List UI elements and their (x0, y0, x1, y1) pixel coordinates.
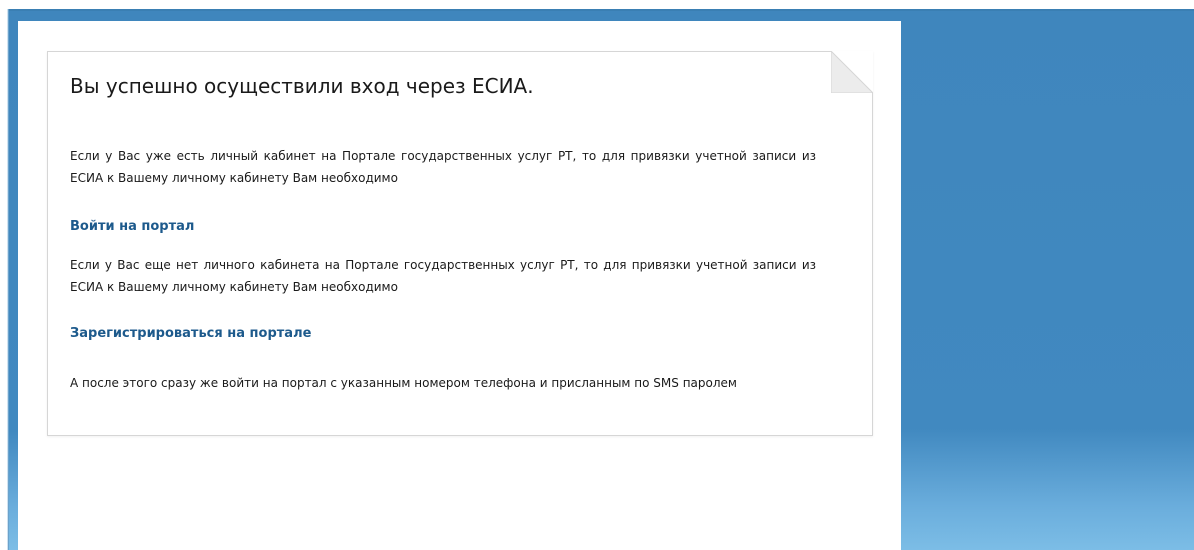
page-fold-icon (831, 51, 873, 93)
page-title: Вы успешно осуществили вход через ЕСИА. (70, 74, 534, 98)
login-portal-link[interactable]: Войти на портал (70, 219, 194, 234)
content-panel: Вы успешно осуществили вход через ЕСИА. … (18, 21, 901, 550)
sms-login-note: А после этого сразу же войти на портал с… (70, 376, 737, 390)
register-portal-link[interactable]: Зарегистрироваться на портале (70, 326, 311, 341)
existing-account-text: Если у Вас уже есть личный кабинет на По… (70, 149, 816, 185)
esia-login-success-card: Вы успешно осуществили вход через ЕСИА. … (47, 51, 873, 436)
window-left-edge (0, 9, 9, 550)
no-account-text: Если у Вас еще нет личного кабинета на П… (70, 258, 816, 294)
window-left-border (9, 11, 18, 550)
window-top-edge (0, 0, 1194, 9)
window-top-border (9, 9, 1194, 11)
